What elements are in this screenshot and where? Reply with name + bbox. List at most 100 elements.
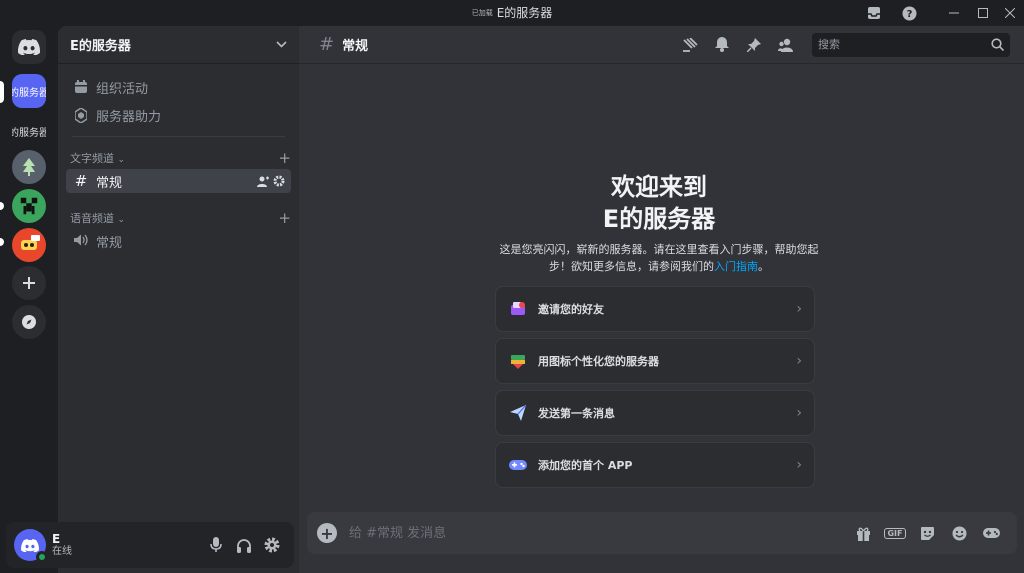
search-input[interactable] [818,38,991,51]
channel-general-voice[interactable]: 常规 [66,229,291,253]
message-composer: + GIF [307,512,1017,554]
discord-logo-icon [18,39,40,55]
add-server-button[interactable] [12,266,46,300]
server-creeper-icon[interactable] [12,189,46,223]
help-icon[interactable]: ? [899,3,919,23]
unread-indicator [0,202,4,210]
sticker-icon[interactable] [911,520,943,546]
channel-label: 常规 [96,235,123,251]
boost-icon [72,107,90,123]
welcome-desc-period: 。 [758,260,769,273]
compass-icon [22,315,36,329]
online-status-dot [36,551,48,563]
username: E [52,531,61,546]
add-app-action[interactable]: 添加您的首个 APP › [495,442,815,488]
calendar-icon [72,80,90,94]
channel-label: 常规 [96,175,123,191]
getting-started-link[interactable]: 入门指南 [714,260,758,273]
gif-icon[interactable]: GIF [879,520,911,546]
chat-area: # 常规 欢迎来到 E的服务器 [299,26,1024,573]
app-icon [508,455,528,475]
user-info[interactable]: E 在线 [52,531,202,558]
server-red-icon[interactable] [12,228,46,262]
threads-icon[interactable] [674,33,706,57]
chevron-down-icon: ⌄ [117,155,126,165]
send-icon [508,403,528,423]
welcome-desc-text: 这是您亮闪闪，崭新的服务器。请在这里查看入门步骤，帮助您起步！欲知更多信息，请参… [499,243,819,273]
channel-title: 常规 [342,39,369,54]
hash-icon: # [74,172,88,190]
chat-header: # 常规 [299,26,1024,64]
chevron-right-icon: › [796,301,802,317]
guild-name: E的服务器 [70,39,131,54]
category-text-label: 文字频道 [70,152,114,165]
welcome-title-line1: 欢迎来到 [611,173,707,201]
category-voice[interactable]: 语音频道 ⌄ + [70,209,291,227]
chevron-right-icon: › [796,353,802,369]
guild-header[interactable]: E的服务器 [58,26,299,64]
title-bar: 已加载 E的服务器 ? [0,0,1024,26]
speaker-icon [72,232,90,250]
discover-button[interactable] [12,305,46,339]
action-label: 邀请您的好友 [538,303,604,316]
headphones-icon[interactable] [230,531,258,559]
welcome-title-line2: E的服务器 [602,205,716,233]
message-input[interactable] [349,525,847,541]
chevron-down-icon: ⌄ [117,215,126,225]
avatar[interactable] [14,529,48,563]
action-label: 发送第一条消息 [538,407,615,420]
server-e-label: 的服务器 [12,87,46,99]
hash-icon: # [319,34,335,55]
gear-icon[interactable] [273,175,285,187]
home-button[interactable] [12,30,46,64]
minimize-icon[interactable] [944,3,964,23]
chevron-right-icon: › [796,457,802,473]
bell-icon[interactable] [706,33,738,57]
gift-icon[interactable] [847,520,879,546]
category-text[interactable]: 文字频道 ⌄ + [70,149,291,167]
sidebar-item-label: 组织活动 [96,81,149,97]
discord-app: 已加载 E的服务器 ? 的服务器 的服务器 E的服务器 组织活动 服务器助力 文… [0,0,1024,573]
close-icon[interactable] [1000,3,1020,23]
channel-general-text[interactable]: # 常规 [66,169,291,193]
unread-indicator [0,238,4,246]
user-panel: E 在线 [6,522,294,568]
invite-members-icon[interactable] [257,176,269,187]
divider [72,136,285,137]
title-badge: 已加载 [471,9,493,17]
action-label: 添加您的首个 APP [538,459,633,472]
server-rail: 的服务器 的服务器 [0,26,58,573]
sidebar-item-boost[interactable]: 服务器助力 [66,102,291,128]
send-first-message-action[interactable]: 发送第一条消息 › [495,390,815,436]
invite-icon [508,299,528,319]
user-status: 在线 [52,546,72,558]
welcome-section: 欢迎来到 E的服务器 这是您亮闪闪，崭新的服务器。请在这里查看入门步骤，帮助您起… [494,171,824,275]
invite-friends-action[interactable]: 邀请您的好友 › [495,286,815,332]
emoji-icon[interactable] [943,520,975,546]
server-tree-icon[interactable] [12,150,46,184]
selected-server-indicator [0,81,4,103]
search-icon [991,38,1004,51]
create-channel-plus-icon[interactable]: + [278,149,291,167]
onboarding-actions: 邀请您的好友 › 用图标个性化您的服务器 › 发送第一条消息 › 添加您的首个 … [495,286,815,494]
create-channel-plus-icon[interactable]: + [278,209,291,227]
server-e-duplicate[interactable]: 的服务器 [12,114,46,148]
personalize-server-action[interactable]: 用图标个性化您的服务器 › [495,338,815,384]
user-settings-gear-icon[interactable] [258,531,286,559]
members-icon[interactable] [770,33,802,57]
sidebar-item-events[interactable]: 组织活动 [66,74,291,100]
chevron-down-icon [276,38,287,51]
gif-label: GIF [884,527,906,539]
category-voice-label: 语音频道 [70,212,114,225]
inbox-icon[interactable] [864,3,884,23]
category-label: 语音频道 ⌄ [70,210,278,226]
channel-sidebar: E的服务器 组织活动 服务器助力 文字频道 ⌄ + # 常规 语音频道 ⌄ + … [58,26,299,573]
server-e-selected[interactable]: 的服务器 [12,74,46,108]
search-box[interactable] [812,32,1010,57]
attach-plus-icon[interactable]: + [317,523,337,543]
pin-icon[interactable] [738,33,770,57]
mic-icon[interactable] [202,531,230,559]
welcome-description: 这是您亮闪闪，崭新的服务器。请在这里查看入门步骤，帮助您起步！欲知更多信息，请参… [494,241,824,275]
activities-gamepad-icon[interactable] [975,520,1007,546]
maximize-icon[interactable] [973,3,993,23]
